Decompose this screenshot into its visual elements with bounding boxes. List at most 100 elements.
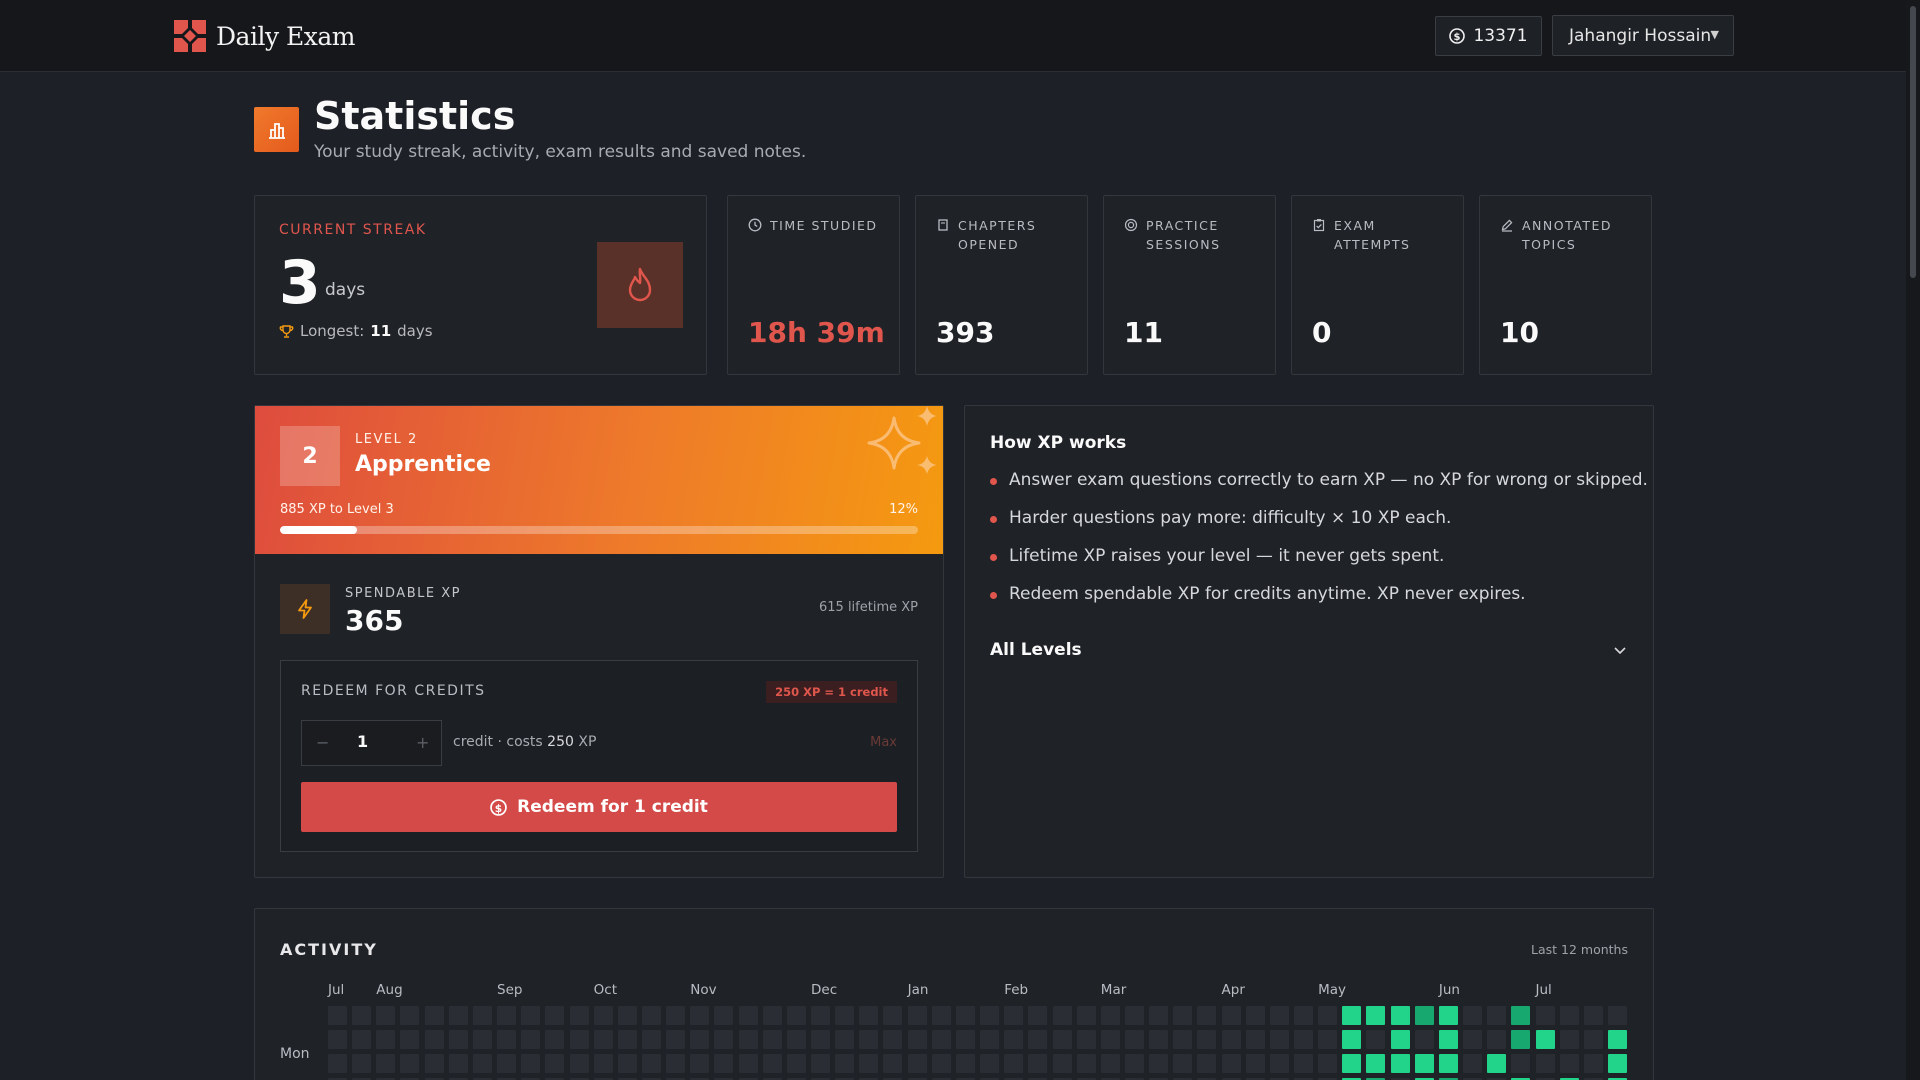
activity-cell[interactable] [690, 1054, 710, 1073]
activity-cell[interactable] [1197, 1030, 1217, 1049]
activity-cell[interactable] [1559, 1006, 1579, 1025]
activity-cell[interactable] [1221, 1054, 1241, 1073]
activity-cell[interactable] [448, 1054, 468, 1073]
activity-cell[interactable] [931, 1054, 951, 1073]
activity-cell[interactable] [762, 1006, 782, 1025]
activity-cell[interactable] [424, 1054, 444, 1073]
activity-cell[interactable] [1294, 1030, 1313, 1049]
increment-button[interactable]: + [416, 733, 429, 752]
activity-cell[interactable] [1390, 1006, 1410, 1025]
activity-cell[interactable] [1487, 1054, 1507, 1073]
activity-cell[interactable] [980, 1054, 1000, 1073]
activity-cell[interactable] [883, 1006, 903, 1025]
activity-cell[interactable] [1245, 1006, 1265, 1025]
activity-cell[interactable] [1535, 1054, 1555, 1073]
activity-cell[interactable] [352, 1054, 372, 1073]
activity-cell[interactable] [931, 1030, 951, 1049]
activity-cell[interactable] [472, 1030, 492, 1049]
activity-cell[interactable] [1463, 1054, 1483, 1073]
decrement-button[interactable]: − [316, 733, 329, 752]
redeem-button[interactable]: $ Redeem for 1 credit [301, 782, 897, 832]
activity-cell[interactable] [859, 1006, 879, 1025]
activity-cell[interactable] [617, 1006, 637, 1025]
activity-cell[interactable] [1487, 1006, 1507, 1025]
activity-cell[interactable] [1245, 1054, 1265, 1073]
activity-cell[interactable] [1511, 1030, 1531, 1049]
activity-cell[interactable] [1390, 1030, 1410, 1049]
activity-cell[interactable] [1414, 1006, 1434, 1025]
activity-cell[interactable] [1076, 1030, 1096, 1049]
activity-cell[interactable] [786, 1006, 806, 1025]
activity-cell[interactable] [666, 1006, 686, 1025]
activity-cell[interactable] [786, 1030, 806, 1049]
activity-cell[interactable] [738, 1054, 758, 1073]
activity-cell[interactable] [497, 1054, 517, 1073]
activity-cell[interactable] [1197, 1006, 1217, 1025]
credits-balance[interactable]: $ 13371 [1435, 16, 1542, 56]
activity-cell[interactable] [738, 1006, 758, 1025]
activity-cell[interactable] [424, 1006, 444, 1025]
activity-cell[interactable] [1076, 1006, 1096, 1025]
activity-cell[interactable] [593, 1030, 613, 1049]
activity-cell[interactable] [641, 1030, 661, 1049]
activity-cell[interactable] [1607, 1006, 1627, 1025]
activity-cell[interactable] [1438, 1006, 1458, 1025]
activity-cell[interactable] [762, 1030, 782, 1049]
activity-cell[interactable] [859, 1030, 879, 1049]
activity-cell[interactable] [1559, 1030, 1579, 1049]
activity-cell[interactable] [617, 1030, 637, 1049]
activity-cell[interactable] [1028, 1030, 1048, 1049]
activity-cell[interactable] [714, 1030, 734, 1049]
activity-cell[interactable] [472, 1006, 492, 1025]
activity-cell[interactable] [1076, 1054, 1096, 1073]
activity-cell[interactable] [931, 1006, 951, 1025]
activity-cell[interactable] [617, 1054, 637, 1073]
activity-cell[interactable] [1583, 1030, 1603, 1049]
max-button[interactable]: Max [870, 735, 897, 750]
activity-cell[interactable] [714, 1006, 734, 1025]
activity-cell[interactable] [1559, 1054, 1579, 1073]
activity-cell[interactable] [1294, 1054, 1313, 1073]
activity-cell[interactable] [424, 1030, 444, 1049]
activity-cell[interactable] [1294, 1006, 1313, 1025]
activity-cell[interactable] [593, 1006, 613, 1025]
activity-cell[interactable] [1366, 1030, 1386, 1049]
activity-cell[interactable] [400, 1006, 420, 1025]
activity-cell[interactable] [1100, 1006, 1120, 1025]
activity-cell[interactable] [811, 1006, 830, 1025]
activity-cell[interactable] [1535, 1006, 1555, 1025]
activity-cell[interactable] [1342, 1054, 1362, 1073]
activity-cell[interactable] [545, 1030, 565, 1049]
activity-cell[interactable] [883, 1054, 903, 1073]
activity-cell[interactable] [1004, 1006, 1024, 1025]
scroll-thumb[interactable] [1910, 6, 1916, 278]
all-levels-toggle[interactable]: All Levels [990, 640, 1082, 660]
activity-cell[interactable] [1463, 1030, 1483, 1049]
activity-cell[interactable] [1414, 1054, 1434, 1073]
activity-cell[interactable] [569, 1054, 589, 1073]
activity-cell[interactable] [1463, 1006, 1483, 1025]
activity-cell[interactable] [1004, 1030, 1024, 1049]
activity-cell[interactable] [352, 1006, 372, 1025]
activity-cell[interactable] [835, 1030, 855, 1049]
activity-cell[interactable] [980, 1030, 1000, 1049]
activity-cell[interactable] [1366, 1054, 1386, 1073]
activity-cell[interactable] [400, 1054, 420, 1073]
chevron-down-icon[interactable] [1613, 643, 1627, 657]
activity-cell[interactable] [1124, 1054, 1144, 1073]
activity-cell[interactable] [955, 1006, 975, 1025]
activity-cell[interactable] [907, 1030, 927, 1049]
activity-cell[interactable] [1245, 1030, 1265, 1049]
activity-cell[interactable] [1052, 1054, 1072, 1073]
activity-cell[interactable] [738, 1030, 758, 1049]
activity-cell[interactable] [690, 1030, 710, 1049]
activity-cell[interactable] [859, 1054, 879, 1073]
activity-cell[interactable] [666, 1030, 686, 1049]
activity-cell[interactable] [1124, 1006, 1144, 1025]
activity-cell[interactable] [545, 1006, 565, 1025]
activity-cell[interactable] [811, 1054, 830, 1073]
activity-cell[interactable] [1366, 1006, 1386, 1025]
activity-cell[interactable] [1607, 1054, 1627, 1073]
activity-cell[interactable] [907, 1054, 927, 1073]
activity-cell[interactable] [1052, 1030, 1072, 1049]
